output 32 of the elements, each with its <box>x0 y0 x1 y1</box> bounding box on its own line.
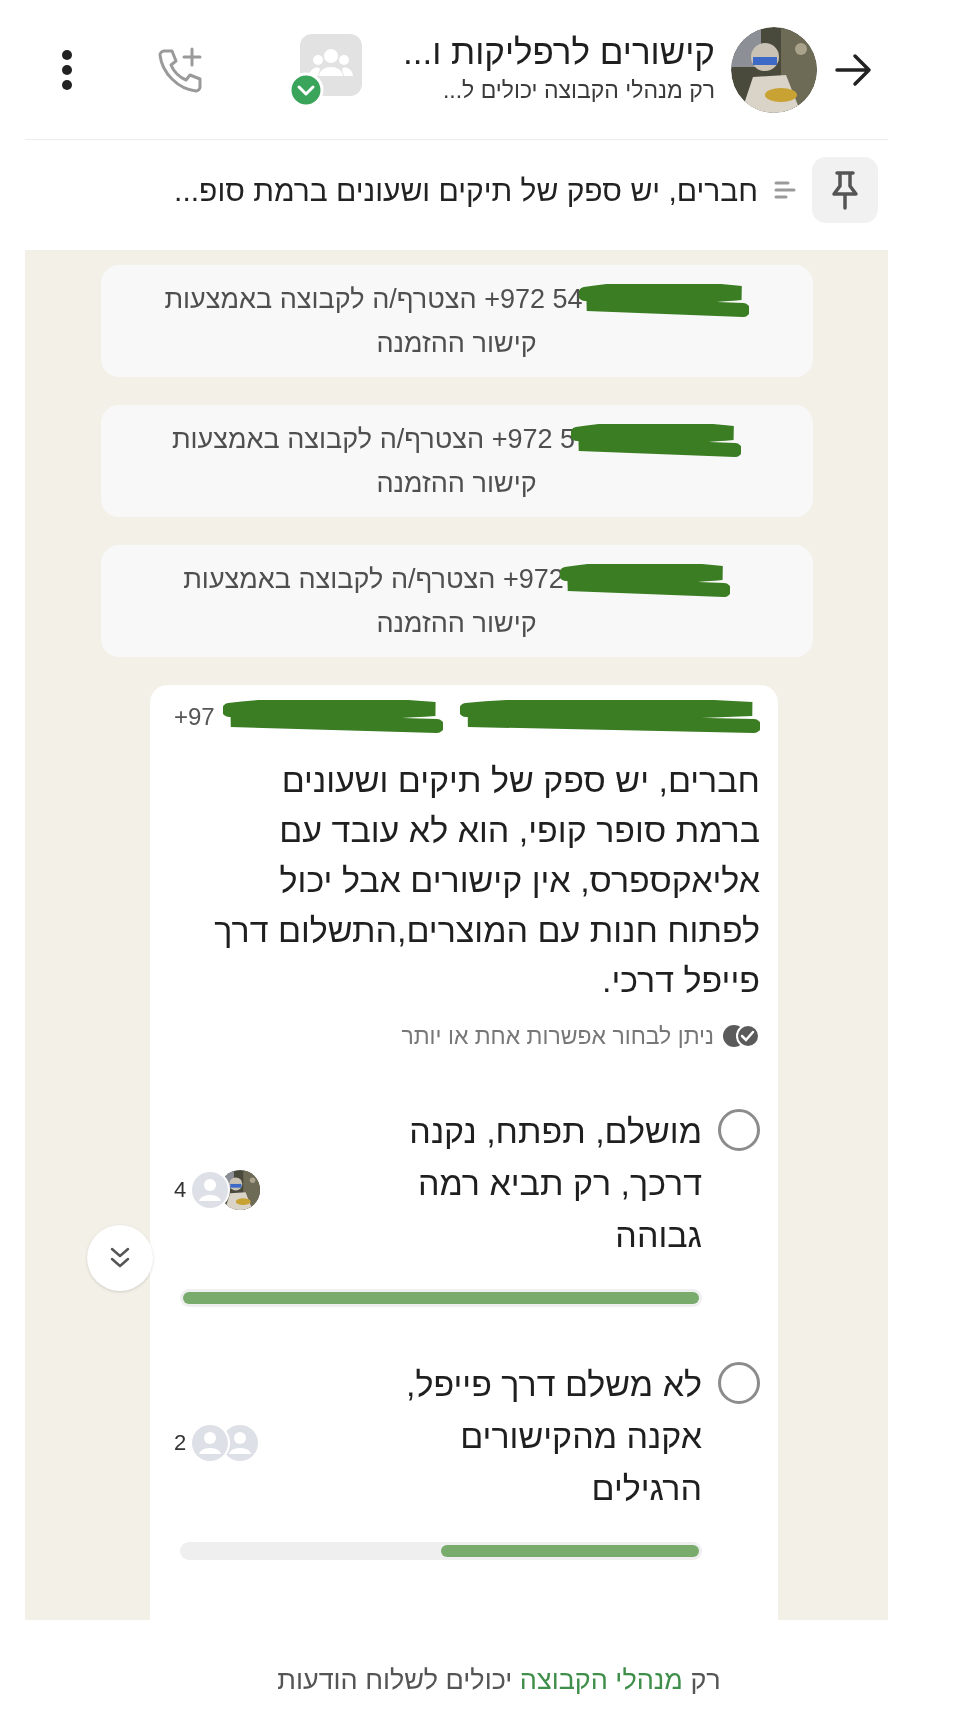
system-message-text: הצטרף/ה לקבוצה באמצעות <box>164 284 477 314</box>
scroll-down-button[interactable] <box>87 1225 153 1291</box>
poll-option-text: מושלם, תפתח, נקנה דרכך, רק תביא רמה גבוהה <box>408 1110 702 1256</box>
pin-icon <box>830 170 860 210</box>
vote-count: 4 <box>174 1176 187 1204</box>
admins-link[interactable]: מנהלי הקבוצה <box>519 1665 683 1695</box>
group-title: קישורים לרפליקות ו... <box>403 31 715 74</box>
group-subtitle: רק מנהלי הקבוצה יכולים ל... <box>441 76 715 106</box>
radio-button[interactable] <box>718 1108 760 1151</box>
double-check-icon <box>722 1024 760 1049</box>
radio-button[interactable] <box>718 1361 760 1404</box>
group-icon[interactable] <box>288 31 364 108</box>
system-message-text: קישור ההזמנה <box>376 468 537 498</box>
pinned-message-text[interactable]: חברים, יש ספק של תיקים ושעונים ברמת סופ... <box>174 167 758 213</box>
footer-text: יכולים לשלוח הודעות <box>277 1665 513 1695</box>
system-message-text: קישור ההזמנה <box>376 608 537 638</box>
pin-button[interactable] <box>812 157 878 223</box>
poll-option-text: לא משלם דרך פייפל, אקנה מהקישורים הרגילים <box>405 1363 702 1509</box>
poll-question: חברים, יש ספק של תיקים ושעונים ברמת סופר קופי, הוא לא עובד עם אליאקספרס, אין קישורים אבל יכול לפתוח חנות עם המוצרים,התשלום דרך פייפל דרכי. <box>213 760 760 1001</box>
poll-hint: ניתן לבחור אפשרות אחת או יותר <box>401 1022 714 1051</box>
system-message-text: הצטרף/ה לקבוצה באמצעות <box>183 564 496 594</box>
phone-number: +972 <box>502 564 564 594</box>
system-message-text: קישור ההזמנה <box>376 328 537 358</box>
lines-icon <box>774 180 796 200</box>
footer-text: רק <box>690 1665 721 1695</box>
vote-count: 2 <box>174 1429 187 1457</box>
menu-icon[interactable] <box>60 47 74 92</box>
avatar-icon <box>190 1422 231 1463</box>
sender-phone: +97 <box>174 702 215 732</box>
system-message-text: הצטרף/ה לקבוצה באמצעות <box>171 424 485 454</box>
phone-number: +972 54 <box>484 284 583 314</box>
avatar-icon <box>190 1169 231 1210</box>
